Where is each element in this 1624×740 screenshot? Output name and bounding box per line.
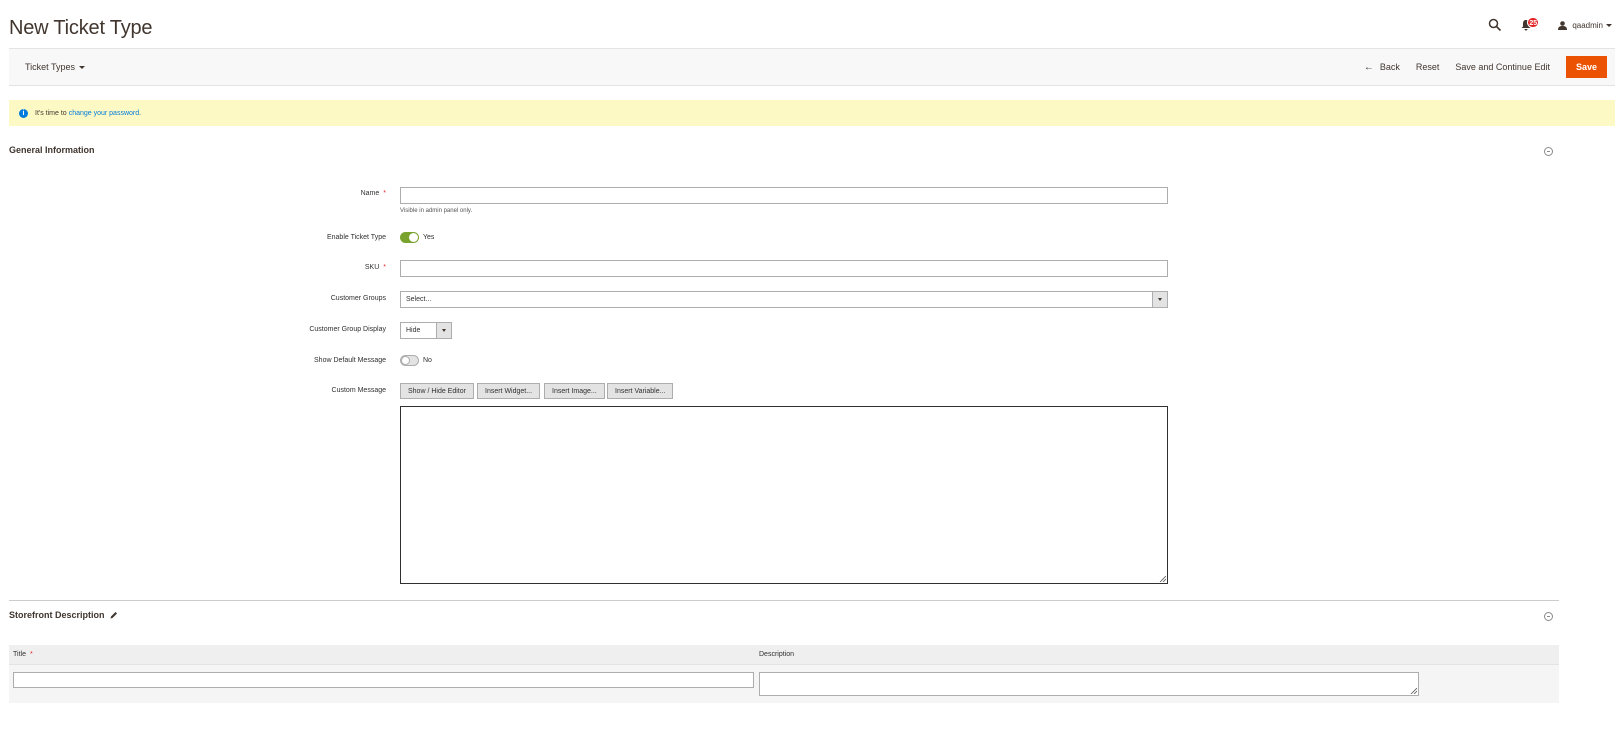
name-field-note: Visible in admin panel only.: [400, 208, 473, 214]
customer-groups-select[interactable]: Select...: [400, 291, 1168, 308]
back-button[interactable]: ← Back: [1356, 56, 1408, 78]
save-and-continue-button[interactable]: Save and Continue Edit: [1447, 56, 1558, 78]
customer-groups-label: Customer Groups: [86, 295, 386, 302]
save-button[interactable]: Save: [1565, 56, 1607, 78]
store-switcher[interactable]: Ticket Types: [25, 62, 86, 72]
enable-toggle-value: Yes: [423, 234, 435, 241]
page-header: New Ticket Type 25 qaadmin: [0, 0, 1624, 48]
group-display-label-text: Customer Group Display: [309, 326, 386, 333]
name-field-label: Name *: [86, 190, 386, 197]
storefront-description-textarea[interactable]: [759, 672, 1419, 696]
toggle-knob: [409, 233, 418, 242]
storefront-title-input[interactable]: [13, 672, 754, 688]
section-divider: [9, 600, 1559, 601]
customer-group-display-select[interactable]: Hide: [400, 322, 452, 339]
message-suffix: .: [139, 109, 142, 117]
header-actions: 25 qaadmin: [1488, 16, 1612, 34]
search-icon[interactable]: [1488, 18, 1502, 32]
customer-group-display-label: Customer Group Display: [86, 326, 386, 333]
change-password-link[interactable]: change your password: [69, 110, 139, 117]
sku-field-label: SKU *: [86, 264, 386, 271]
custom-message-label-text: Custom Message: [331, 387, 386, 394]
group-display-value: Hide: [406, 327, 421, 334]
user-account-menu[interactable]: qaadmin: [1558, 21, 1612, 30]
arrow-left-icon: ←: [1363, 61, 1374, 73]
page-actions-bar: Ticket Types ← Back Reset Save and Conti…: [9, 48, 1615, 86]
show-default-message-toggle[interactable]: [400, 355, 419, 366]
custom-message-label: Custom Message: [86, 387, 386, 394]
storefront-grid-header: Title * Description: [9, 645, 1559, 665]
system-message: i It's time to change your password.: [9, 100, 1615, 126]
chevron-down-icon: [1606, 23, 1612, 27]
enable-ticket-type-label: Enable Ticket Type: [86, 234, 386, 241]
collapse-icon[interactable]: [1544, 612, 1553, 621]
username: qaadmin: [1572, 20, 1603, 30]
notifications-bell[interactable]: 25: [1520, 17, 1540, 33]
back-label: Back: [1379, 62, 1400, 72]
custom-message-textarea[interactable]: [400, 406, 1168, 584]
show-default-label-text: Show Default Message: [314, 357, 386, 364]
toggle-knob: [401, 356, 410, 365]
insert-image-button[interactable]: Insert Image...: [544, 383, 605, 399]
page-actions: ← Back Reset Save and Continue Edit Save: [1356, 56, 1607, 78]
general-information-title[interactable]: General Information: [9, 145, 95, 155]
insert-variable-button[interactable]: Insert Variable...: [607, 383, 674, 399]
title-column-header: Title *: [13, 651, 33, 658]
name-label-text: Name: [360, 190, 380, 197]
customer-groups-value: Select...: [406, 296, 432, 303]
sku-label-text: SKU: [364, 264, 380, 271]
page-title: New Ticket Type: [9, 17, 153, 39]
notification-count-badge: 25: [1527, 17, 1540, 28]
insert-widget-button[interactable]: Insert Widget...: [477, 383, 541, 399]
user-icon: [1558, 20, 1568, 30]
collapse-icon[interactable]: [1544, 147, 1553, 156]
sku-input[interactable]: [400, 260, 1168, 277]
chevron-down-icon: [1152, 292, 1167, 307]
name-input[interactable]: [400, 187, 1168, 204]
show-hide-editor-button[interactable]: Show / Hide Editor: [400, 383, 474, 399]
table-row: [9, 665, 1559, 703]
enable-ticket-type-toggle[interactable]: [400, 232, 419, 243]
show-default-message-label: Show Default Message: [86, 357, 386, 364]
required-marker: *: [383, 264, 386, 271]
chevron-down-icon: [436, 323, 451, 338]
pencil-icon[interactable]: [110, 611, 118, 619]
chevron-down-icon: [79, 65, 86, 69]
store-switcher-label: Ticket Types: [25, 62, 76, 72]
title-column-label: Title: [13, 651, 26, 658]
required-marker: *: [383, 190, 386, 197]
description-column-header: Description: [759, 651, 795, 658]
reset-button[interactable]: Reset: [1408, 56, 1448, 78]
enable-label-text: Enable Ticket Type: [326, 234, 386, 241]
message-text: It's time to: [35, 109, 67, 117]
required-marker: *: [29, 651, 33, 658]
resize-handle-icon[interactable]: [1159, 575, 1166, 582]
show-default-toggle-value: No: [423, 357, 432, 364]
storefront-description-title[interactable]: Storefront Description: [9, 610, 105, 620]
customer-groups-label-text: Customer Groups: [330, 295, 386, 302]
resize-handle-icon[interactable]: [1410, 687, 1417, 694]
info-icon: i: [19, 108, 28, 118]
